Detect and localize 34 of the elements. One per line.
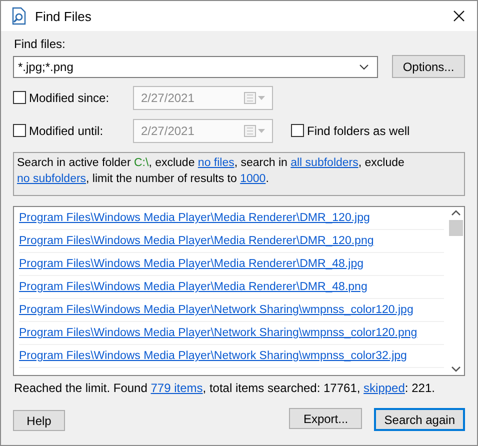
checkbox-label: Find folders as well: [307, 124, 410, 138]
checkbox-label: Modified until:: [29, 124, 104, 138]
result-file-link[interactable]: Program Files\Windows Media Player\Network Sharing\wmpnss_color120.png: [19, 327, 418, 339]
status-link[interactable]: 779 items: [150, 381, 203, 395]
close-icon[interactable]: [453, 10, 465, 22]
help-button[interactable]: Help: [13, 410, 65, 431]
options-button[interactable]: Options...: [392, 55, 465, 78]
result-file-link[interactable]: Program Files\Windows Media Player\Network Sharing\wmpnss_color120.jpg: [19, 304, 414, 316]
summary-link[interactable]: 1000: [240, 173, 266, 185]
calendar-dropdown-icon: [244, 124, 266, 136]
find-file-icon: [11, 7, 27, 25]
chevron-down-icon: [359, 64, 369, 70]
summary-link[interactable]: no files: [198, 157, 234, 169]
search-again-button[interactable]: Search again: [374, 408, 465, 431]
status-link[interactable]: skipped: [364, 381, 405, 395]
scroll-up-icon[interactable]: [451, 210, 461, 216]
summary-link[interactable]: all subfolders: [290, 157, 358, 169]
scroll-down-icon[interactable]: [451, 366, 461, 372]
search-summary-text: Search in active folder C:\, exclude no files, search in all subfolders, exclude no subfolders, limit the number of results to 1000.: [17, 156, 406, 187]
result-file-link[interactable]: Program Files\Windows Media Player\Media Renderer\DMR_120.jpg: [19, 212, 370, 224]
result-file-link[interactable]: Program Files\Windows Media Player\Network Sharing\wmpnss_color32.jpg: [19, 350, 407, 362]
status-text: Reached the limit. Found 779 items, total items searched: 17761, skipped: 221.: [14, 381, 436, 395]
window-title: Find Files: [35, 8, 92, 24]
result-file-link[interactable]: Program Files\Windows Media Player\Media Renderer\DMR_48.png: [19, 281, 368, 293]
calendar-dropdown-icon: [244, 92, 266, 104]
scrollbar-thumb[interactable]: [449, 220, 463, 236]
checkbox[interactable]: [291, 124, 304, 137]
result-file-link[interactable]: Program Files\Windows Media Player\Media Renderer\DMR_48.jpg: [19, 258, 364, 270]
file-pattern-combo[interactable]: *.jpg;*.png: [13, 56, 378, 78]
find-files-label: Find files:: [14, 37, 66, 51]
summary-link[interactable]: no subfolders: [17, 173, 86, 185]
result-file-link[interactable]: Program Files\Windows Media Player\Media Renderer\DMR_120.png: [19, 235, 374, 247]
checkbox-label: Modified since:: [29, 90, 110, 104]
export-button[interactable]: Export...: [289, 408, 362, 429]
